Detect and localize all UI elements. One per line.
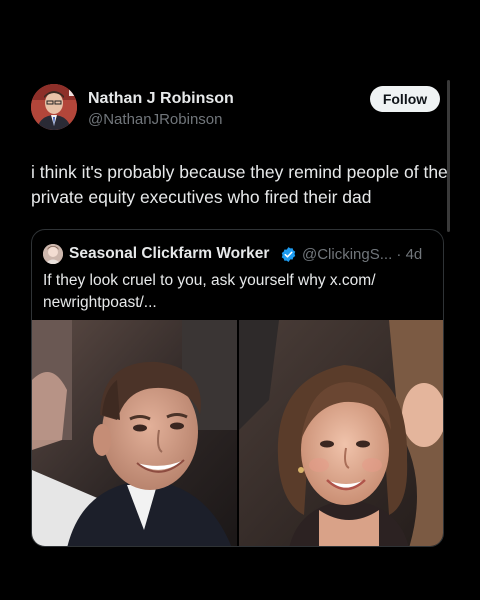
quoted-photo-right[interactable]: [239, 320, 443, 546]
photo-man-smiling-icon: [32, 320, 237, 546]
quoted-handle-time[interactable]: @ClickingS... · 4d: [302, 246, 422, 263]
author-name[interactable]: Nathan J Robinson: [88, 90, 234, 108]
quoted-avatar-icon: [43, 244, 63, 264]
follow-button[interactable]: Follow: [370, 86, 440, 112]
quoted-tweet-card[interactable]: Seasonal Clickfarm Worker @ClickingS... …: [31, 229, 444, 547]
author-avatar[interactable]: [31, 84, 77, 130]
photo-woman-smiling-icon: [239, 320, 443, 546]
quoted-tweet-text[interactable]: If they look cruel to you, ask yourself …: [43, 270, 438, 314]
quoted-author-name[interactable]: Seasonal Clickfarm Worker: [69, 245, 269, 263]
person-avatar-icon: [31, 84, 77, 130]
quoted-photo-left[interactable]: [32, 320, 237, 546]
verified-badge-icon: [281, 247, 296, 262]
author-handle[interactable]: @NathanJRobinson: [88, 111, 222, 128]
quoted-author-avatar[interactable]: [43, 244, 63, 264]
tweet-text: i think it's probably because they remin…: [31, 162, 448, 207]
